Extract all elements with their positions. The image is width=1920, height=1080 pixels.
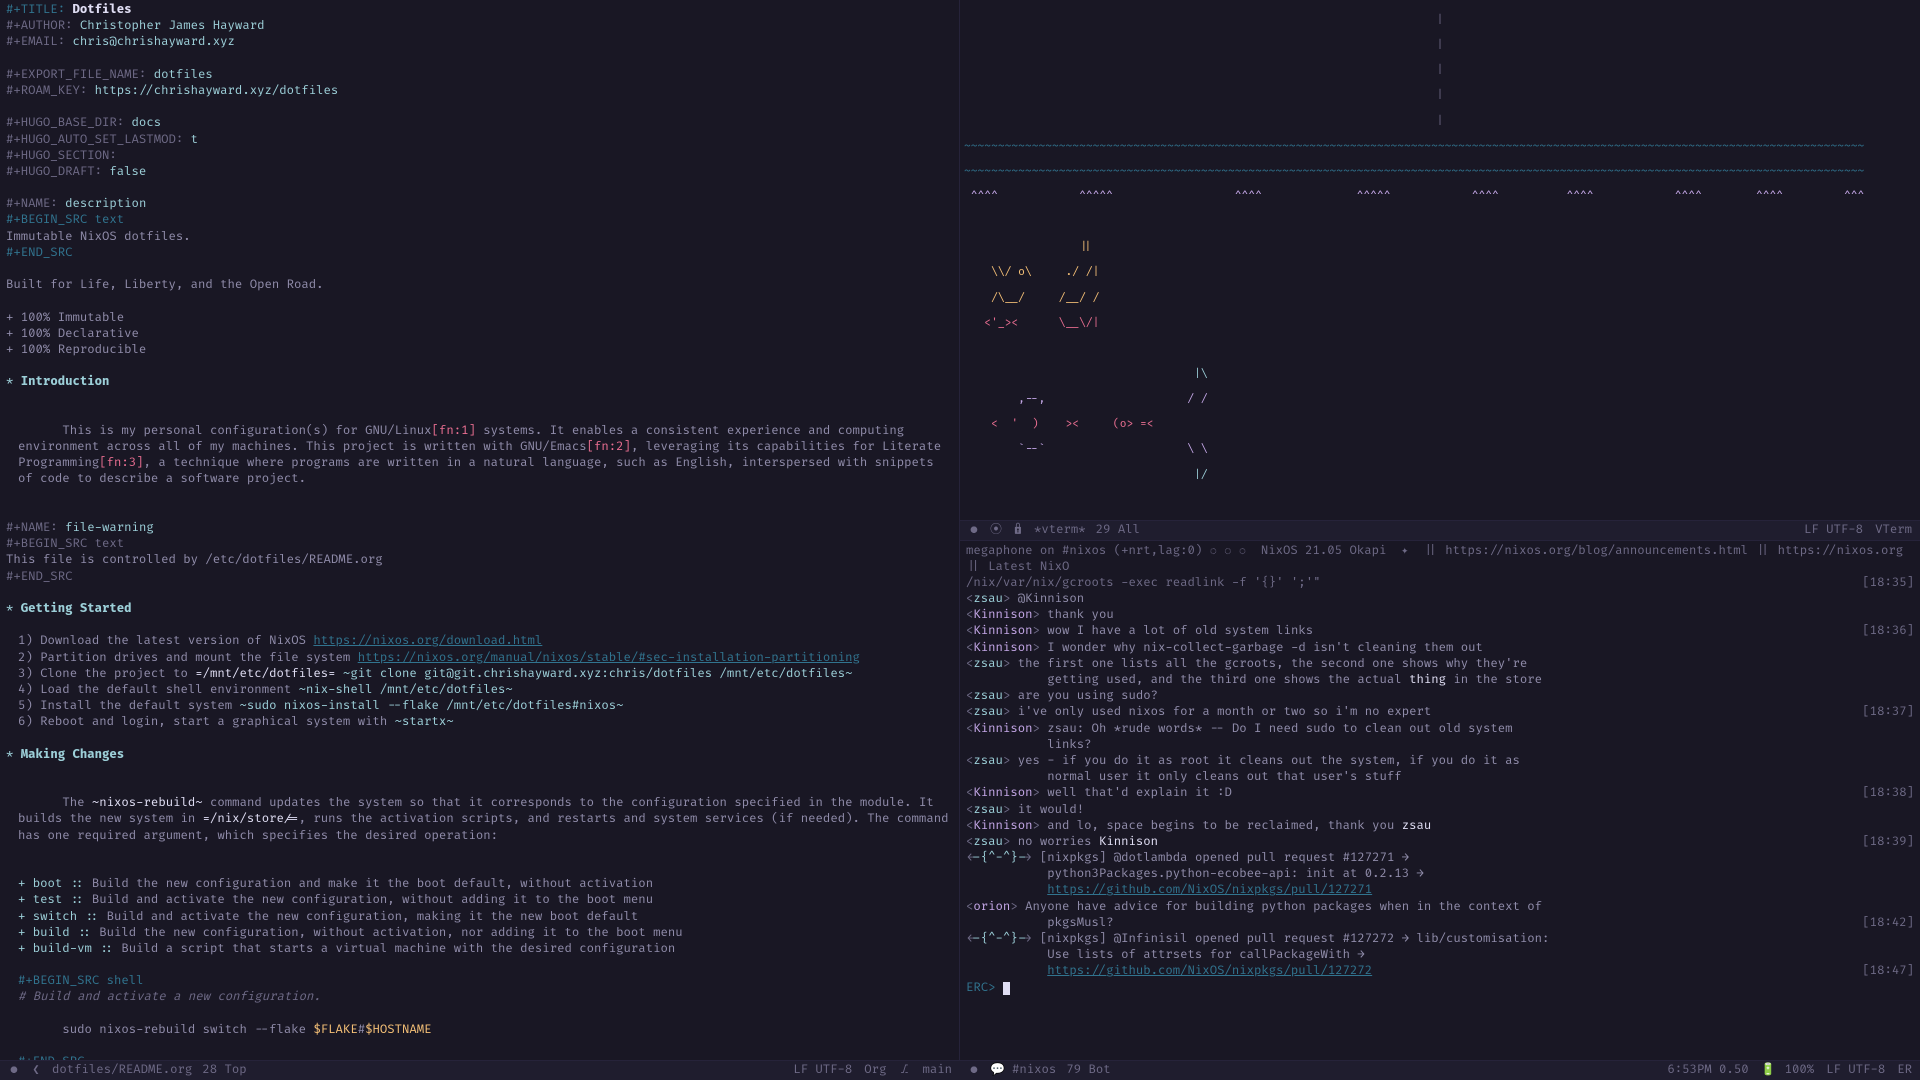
irc-message: <xxxxxxxx> python3Packages.python-ecobee… <box>966 866 1914 882</box>
irc-message: <Kinnison> wow I have a lot of old syste… <box>966 623 1914 639</box>
list-item: + boot :: Build the new configuration an… <box>18 876 953 892</box>
dot-icon: ● <box>968 1062 980 1078</box>
erc-buffer[interactable]: megaphone on #nixos (+nrt,lag:0) ◌ ◌ ◌ N… <box>960 540 1920 1061</box>
buffer-name: *vterm* <box>1034 522 1086 538</box>
erc-input[interactable] <box>1003 982 1010 995</box>
irc-message: <zsau> no worries Kinnison[18:39] <box>966 834 1914 850</box>
chat-icon: 💬 <box>990 1062 1002 1078</box>
irc-message: <zsau> the first one lists all the gcroo… <box>966 656 1914 672</box>
modeline-erc: ● 💬 #nixos 79 Bot 6:53PM 0.50 🔋 100% LF … <box>960 1060 1920 1080</box>
meta-title-key: #+TITLE: <box>6 2 65 17</box>
irc-topic: megaphone on #nixos (+nrt,lag:0) ◌ ◌ ◌ N… <box>966 543 1914 575</box>
irc-message: <orion> Anyone have advice for building … <box>966 899 1914 915</box>
irc-message: <xxxxxxxx> normal user it only cleans ou… <box>966 769 1914 785</box>
modeline-vterm: ● ⦿ 🔒 *vterm* 29 All LF UTF-8 VTerm <box>960 520 1920 540</box>
heading-introduction: Introduction <box>21 374 110 389</box>
heading-getting-started: Getting Started <box>21 601 132 616</box>
irc-link[interactable]: https://github.com/NixOS/nixpkgs/pull/12… <box>1047 963 1372 978</box>
modeline-org: ● ❮ dotfiles/README.org 28 Top LF UTF-8 … <box>0 1060 960 1080</box>
erc-prompt: ERC> <box>966 980 996 995</box>
list-item: + test :: Build and activate the new con… <box>18 892 953 908</box>
list-item: + build-vm :: Build a script that starts… <box>18 941 953 957</box>
irc-message: <xxxxxxxx> https://github.com/NixOS/nixp… <box>966 882 1914 898</box>
irc-message: <zsau> yes - if you do it as root it cle… <box>966 753 1914 769</box>
readonly-icon: ⦿ <box>990 522 1002 538</box>
irc-message: <-{^-^}-> [nixpkgs] @dotlambda opened pu… <box>966 850 1914 866</box>
irc-link[interactable]: https://github.com/NixOS/nixpkgs/pull/12… <box>1047 882 1372 897</box>
link-nixos-partition[interactable]: https://nixos.org/manual/nixos/stable/#s… <box>358 650 860 665</box>
vterm-buffer[interactable]: | | | | | ~~~~~~~~~~~~~~~~~~~~~~~~~~~~~~… <box>960 0 1920 520</box>
lock-icon: 🔒 <box>1012 522 1024 538</box>
irc-message: <-{^-^}-> [nixpkgs] @Infinisil opened pu… <box>966 931 1914 947</box>
irc-message: <xxxxxxxx> https://github.com/NixOS/nixp… <box>966 963 1914 979</box>
irc-message: <Kinnison> I wonder why nix-collect-garb… <box>966 640 1914 656</box>
irc-message: <zsau> are you using sudo? <box>966 688 1914 704</box>
irc-message: <Kinnison> thank you <box>966 607 1914 623</box>
irc-message: <Kinnison> well that'd explain it :D[18:… <box>966 785 1914 801</box>
buffer-name: #nixos <box>1012 1062 1056 1078</box>
branch-icon: ⎇ <box>898 1062 910 1078</box>
clock: 6:53PM 0.50 <box>1667 1062 1748 1078</box>
meta-title-val: Dotfiles <box>72 2 131 17</box>
dot-icon: ● <box>8 1062 20 1078</box>
list-item: + build :: Build the new configuration, … <box>18 925 953 941</box>
list-item: + switch :: Build and activate the new c… <box>18 909 953 925</box>
battery-icon: 🔋 <box>1761 1062 1773 1078</box>
irc-message: <xxxxxxxx> Use lists of attrsets for cal… <box>966 947 1914 963</box>
irc-message: <zsau> i've only used nixos for a month … <box>966 704 1914 720</box>
dot-icon: ● <box>968 522 980 538</box>
irc-message: <xxxxxxxx> links? <box>966 737 1914 753</box>
back-icon[interactable]: ❮ <box>30 1062 42 1078</box>
irc-message: <zsau> @Kinnison <box>966 591 1914 607</box>
irc-message: <zsau> it would! <box>966 802 1914 818</box>
irc-message: <xxxxxxxx> getting used, and the third o… <box>966 672 1914 688</box>
irc-message: <Kinnison> and lo, space begins to be re… <box>966 818 1914 834</box>
heading-making-changes: Making Changes <box>21 747 124 762</box>
irc-message: <xxxxxxxx> pkgsMusl?[18:42] <box>966 915 1914 931</box>
tagline: Built for Life, Liberty, and the Open Ro… <box>6 277 953 293</box>
buffer-name: dotfiles/README.org <box>52 1062 192 1078</box>
org-buffer[interactable]: #+TITLE: Dotfiles #+AUTHOR: Christopher … <box>0 0 960 1060</box>
irc-message: <Kinnison> zsau: Oh *rude words* -- Do I… <box>966 721 1914 737</box>
link-nixos-download[interactable]: https://nixos.org/download.html <box>313 633 542 648</box>
